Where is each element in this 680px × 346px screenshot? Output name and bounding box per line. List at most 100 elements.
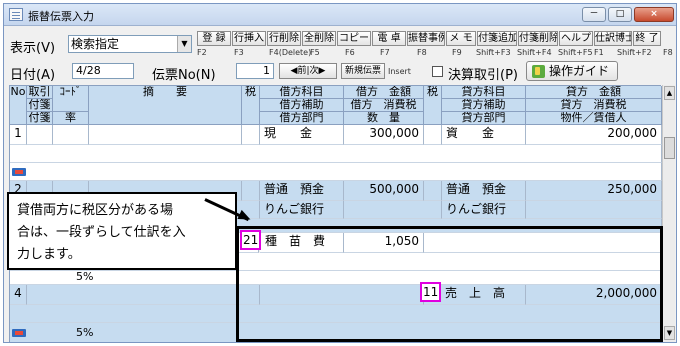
row4-kashi-zei-highlight[interactable]: 11 xyxy=(420,282,441,302)
delete-row-button[interactable]: 行削除 xyxy=(267,31,301,46)
scroll-thumb[interactable] xyxy=(664,137,675,159)
delete-all-button[interactable]: 全削除 xyxy=(302,31,336,46)
extra-key: F8 xyxy=(663,48,673,57)
window-title: 振替伝票入力 xyxy=(28,10,94,23)
transfer-example-button[interactable]: 振替事例 xyxy=(407,31,445,46)
new-slip-button[interactable]: 新規伝票 xyxy=(341,63,385,79)
row1-code[interactable] xyxy=(53,125,89,145)
calculator-key: F7 xyxy=(380,48,390,57)
row4-rate: 5% xyxy=(76,326,94,339)
row1-kashi-kingaku[interactable]: 200,000 xyxy=(526,125,662,145)
title-bar: 振替伝票入力 － □ × xyxy=(4,4,676,26)
col-fusen-header: 付箋 xyxy=(27,99,53,112)
col-torihiki-header: 取引 xyxy=(27,86,53,99)
function-key-bar: 登 録 F2 行挿入 F3 行削除 F4(Delete) 全削除 F5 コピー … xyxy=(197,31,676,57)
row2-sub-mid xyxy=(344,201,442,219)
row1-zei[interactable] xyxy=(242,125,260,145)
prev-next-button[interactable]: ◀前|次▶ xyxy=(279,63,337,79)
row1-tekiyo[interactable] xyxy=(89,125,242,145)
row1-sub xyxy=(10,145,662,163)
row4-left[interactable] xyxy=(27,285,260,305)
vertical-scrollbar[interactable]: ▲ ▼ xyxy=(662,85,675,342)
row4-kashi-kamoku: 売 上 高 xyxy=(445,286,506,300)
display-select[interactable]: 検索指定 ▼ xyxy=(68,35,192,53)
no-header-label: No xyxy=(10,86,26,98)
insert-row-button[interactable]: 行挿入 xyxy=(232,31,266,46)
scroll-up-icon[interactable]: ▲ xyxy=(664,86,675,100)
register-key: F2 xyxy=(197,48,207,57)
sticky-note-icon[interactable] xyxy=(12,329,26,337)
col-kari-kingaku-header: 借方 金額 xyxy=(344,86,424,99)
copy-button[interactable]: コピー xyxy=(337,31,371,46)
row2-kashi-kamoku[interactable]: 普通 預金 xyxy=(442,181,526,201)
col-kari-hojo-header: 借方補助 xyxy=(260,99,344,112)
close-button[interactable]: × xyxy=(634,7,674,22)
scroll-down-icon[interactable]: ▼ xyxy=(664,326,675,340)
row2-zei2[interactable] xyxy=(424,181,442,201)
col-kari-bumon-header: 借方部門 xyxy=(260,112,344,125)
kessan-label[interactable]: 決算取引(P) xyxy=(448,64,518,83)
date-label: 日付(A) xyxy=(10,68,56,83)
exit-button[interactable]: 終 了 xyxy=(633,31,661,46)
minimize-button[interactable]: － xyxy=(582,7,606,22)
register-button[interactable]: 登 録 xyxy=(197,31,231,46)
maximize-button[interactable]: □ xyxy=(608,7,632,22)
memo-button[interactable]: メ モ xyxy=(446,31,476,46)
row1-torihiki[interactable] xyxy=(27,125,53,145)
row2-kashi-kingaku[interactable]: 250,000 xyxy=(526,181,662,201)
row4-no: 4 xyxy=(10,285,27,305)
memo-key: F9 xyxy=(452,48,462,57)
transfer-example-key: F8 xyxy=(417,48,427,57)
row1-no: 1 xyxy=(10,125,27,145)
operation-guide-button[interactable]: 操作ガイド xyxy=(526,61,618,81)
row1-kashi-kamoku[interactable]: 資 金 xyxy=(442,125,526,145)
toolbar: 表示(V) 検索指定 ▼ 登 録 F2 行挿入 F3 行削除 F4(Delete… xyxy=(4,29,676,59)
date-input[interactable]: 4/28 xyxy=(72,63,134,79)
copy-key: F6 xyxy=(345,48,355,57)
row2-kari-hojo[interactable]: りんご銀行 xyxy=(260,201,344,219)
journal-doctor-button[interactable]: 仕訳博士 xyxy=(594,31,632,46)
col-kashi-bukken-header: 物件／賃借人 xyxy=(526,112,662,125)
row3-kari-zei-highlight[interactable]: 21 xyxy=(240,230,261,250)
col-tekiyo-header: 摘 要 xyxy=(89,86,242,125)
chevron-down-icon[interactable]: ▼ xyxy=(177,36,191,52)
delete-row-key: F4(Delete) xyxy=(269,48,312,57)
denpyo-input[interactable]: 1 xyxy=(236,63,274,79)
col-no-header: No xyxy=(10,86,27,125)
row2-kari-kingaku[interactable]: 500,000 xyxy=(344,181,424,201)
row2-kashi-hojo[interactable]: りんご銀行 xyxy=(442,201,526,219)
row2-sub-right xyxy=(526,201,662,219)
row1-kari-kingaku[interactable]: 300,000 xyxy=(344,125,424,145)
help-button[interactable]: ヘルプ xyxy=(559,31,593,46)
row2-kari-kamoku[interactable]: 普通 預金 xyxy=(260,181,344,201)
sticky-note-icon[interactable] xyxy=(12,168,26,176)
row1-kari-kamoku[interactable]: 現 金 xyxy=(260,125,344,145)
col-kari-tax-header: 借方 消費税 xyxy=(344,99,424,112)
app-icon xyxy=(9,8,23,21)
row1-sub2 xyxy=(10,163,662,181)
row3-kari-kamoku: 種 苗 費 xyxy=(265,234,326,248)
add-sticky-key: Shift+F3 xyxy=(476,48,511,57)
delete-sticky-button[interactable]: 付箋削除 xyxy=(518,31,558,46)
exit-key: Shift+F2 xyxy=(617,48,652,57)
callout-line-1: 貸借両方に税区分がある場 xyxy=(17,203,174,218)
callout-line-3: 力します。 xyxy=(17,247,81,262)
calculator-button[interactable]: 電 卓 xyxy=(372,31,406,46)
help-key: Shift+F5 xyxy=(558,48,593,57)
col-zei-header: 税 xyxy=(242,86,260,125)
add-sticky-button[interactable]: 付箋追加 xyxy=(477,31,517,46)
journal-doctor-key: F1 xyxy=(594,48,604,57)
row1-zei2[interactable] xyxy=(424,125,442,145)
explanation-callout: 貸借両方に税区分がある場 合は、一段ずらして仕訳を入 力します。 xyxy=(7,192,237,270)
row2-zei[interactable] xyxy=(242,181,260,201)
callout-line-2: 合は、一段ずらして仕訳を入 xyxy=(17,225,186,240)
col-kashi-kamoku-header: 貸方科目 xyxy=(442,86,526,99)
slip-header-row: 日付(A) 4/28 伝票No(N) 1 ◀前|次▶ 新規伝票 Insert 決… xyxy=(4,61,676,85)
insert-row-key: F3 xyxy=(234,48,244,57)
display-label[interactable]: 表示(V) xyxy=(10,37,55,56)
col-kashi-tax-header: 貸方 消費税 xyxy=(526,99,662,112)
delete-all-key: F5 xyxy=(310,48,320,57)
insert-key: Insert xyxy=(388,67,411,76)
kessan-checkbox[interactable] xyxy=(432,66,443,77)
guide-icon xyxy=(532,65,545,78)
